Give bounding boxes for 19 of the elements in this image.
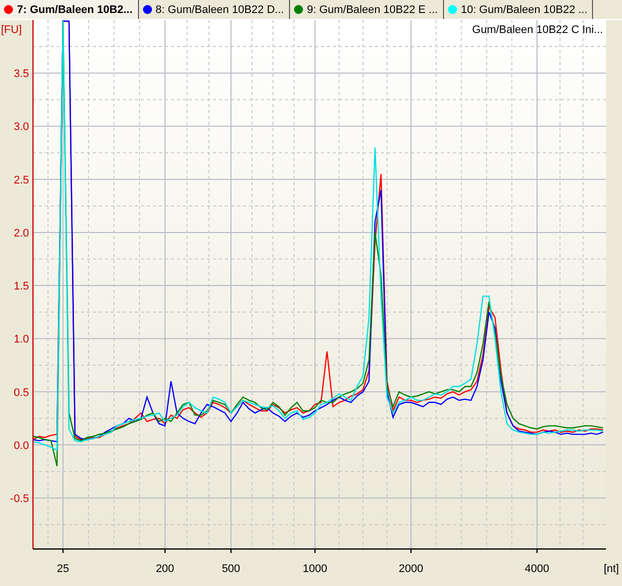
tick-label: 25 — [56, 563, 70, 575]
axis-label: [nt] — [604, 563, 619, 575]
tab[interactable]: 7: Gum/Baleen 10B2... — [0, 0, 139, 19]
tick-label: 500 — [222, 563, 240, 575]
tick-label: 3.5 — [14, 68, 29, 80]
tick-label: 1.0 — [14, 334, 29, 346]
tick-label: 0.5 — [14, 386, 29, 399]
tick-label: 200 — [156, 563, 174, 575]
tick-label: 2.5 — [14, 174, 29, 186]
tick-label: 0.0 — [14, 440, 29, 452]
tick-label: 4000 — [524, 563, 550, 575]
tick-label: 1.5 — [14, 280, 29, 293]
tick-label: -0.5 — [10, 493, 29, 505]
tick-label: 3.0 — [14, 121, 29, 134]
chart-title: Gum/Baleen 10B22 C Ini... — [472, 24, 603, 36]
tick-label: 1000 — [302, 563, 328, 575]
tick-label: 2000 — [398, 563, 424, 575]
tick-label: 2.0 — [14, 227, 29, 240]
axis-label: [FU] — [1, 24, 22, 36]
